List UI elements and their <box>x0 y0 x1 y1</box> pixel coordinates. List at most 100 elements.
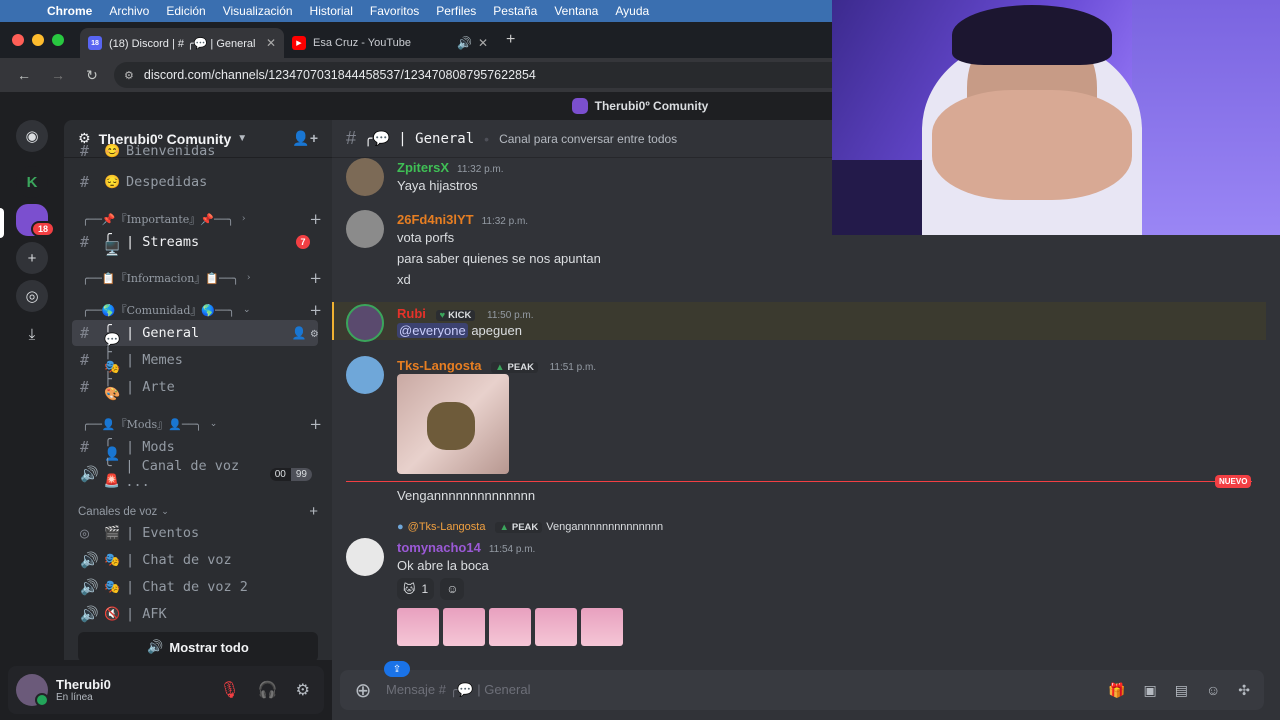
channel-arte[interactable]: # ├🎨 | Arte <box>72 372 318 402</box>
channel-streams[interactable]: # ╭🖥️ | Streams 7 <box>72 227 318 257</box>
menu-ayuda[interactable]: Ayuda <box>615 4 649 18</box>
close-tab-icon[interactable]: ✕ <box>478 36 488 50</box>
channel-emoji: ╭💬 <box>104 318 121 348</box>
gear-icon[interactable]: ⚙ <box>311 326 318 340</box>
close-window-button[interactable] <box>12 34 24 46</box>
message-author[interactable]: Rubi ♥ KICK 11:50 p.m. <box>397 306 534 321</box>
menu-edicion[interactable]: Edición <box>166 4 205 18</box>
message-body: apeguen <box>471 323 522 338</box>
emoji-icon[interactable]: ☺ <box>1206 682 1220 699</box>
create-invite-icon[interactable]: 👤 <box>292 326 307 340</box>
explore-icon[interactable]: ◎ <box>16 280 48 312</box>
image-attachment[interactable] <box>397 374 509 474</box>
avatar[interactable] <box>346 304 384 342</box>
sticker-icon[interactable]: ▤ <box>1175 682 1188 699</box>
user-info[interactable]: Therubi0 En línea <box>56 677 111 703</box>
message-text: xd <box>397 272 411 287</box>
category-voice[interactable]: Canales de voz ⌄ + <box>78 503 318 520</box>
channel-emoji: ├🎨 <box>104 372 121 402</box>
kick-server-icon[interactable]: K <box>16 166 48 198</box>
sticker-emoji[interactable] <box>397 608 439 646</box>
menu-ventana[interactable]: Ventana <box>554 4 598 18</box>
reply-reference[interactable]: ● @Tks-Langosta ▲ PEAK Vengannnnnnnnnnnnn… <box>397 521 663 533</box>
message-author[interactable]: Tks-Langosta ▲ PEAK 11:51 p.m. <box>397 358 596 373</box>
add-server-icon[interactable]: + <box>16 242 48 274</box>
category-comunidad[interactable]: ╭──🌎『Comunidad』🌎──╮ ⌄ + <box>82 301 322 319</box>
add-channel-icon[interactable]: + <box>309 269 322 287</box>
message-text: Yaya hijastros <box>397 178 478 193</box>
voice-channel-chat-de-voz[interactable]: 🔊 🎭 | Chat de voz <box>72 547 318 573</box>
avatar[interactable] <box>346 356 384 394</box>
message-author[interactable]: tomynacho14 11:54 p.m. <box>397 540 535 555</box>
tab-discord[interactable]: 18 (18) Discord | # ╭💬 | General ✕ <box>80 28 284 58</box>
category-mods[interactable]: ╭──👤『Mods』👤──╮ ⌄ + <box>82 415 322 433</box>
tab-youtube[interactable]: ▶ Esa Cruz - YouTube 🔊 ✕ <box>284 28 496 58</box>
menu-favoritos[interactable]: Favoritos <box>370 4 419 18</box>
message-input[interactable]: Mensaje # ╭💬 | General <box>386 682 1108 698</box>
reload-icon[interactable]: ↻ <box>82 67 102 84</box>
menu-visualizacion[interactable]: Visualización <box>223 4 293 18</box>
apps-icon[interactable]: ✣ <box>1238 682 1250 699</box>
channel-general[interactable]: # ╭💬 | General 👤 ⚙ <box>72 318 318 348</box>
headphones-icon[interactable]: 🎧 <box>258 680 278 700</box>
show-all-button[interactable]: 🔊 Mostrar todo <box>78 632 318 660</box>
zoom-window-button[interactable] <box>52 34 64 46</box>
avatar[interactable] <box>346 158 384 196</box>
emoji-sticker-row <box>397 608 623 646</box>
add-channel-icon[interactable]: + <box>309 415 322 433</box>
channel-despedidas[interactable]: # 😔 Despedidas <box>72 169 318 195</box>
cat-emoji-icon: 🐱 <box>403 582 416 596</box>
add-channel-icon[interactable]: + <box>309 210 322 228</box>
channel-label: | Canal de voz ... <box>125 458 240 490</box>
channel-bienvenidas[interactable]: # 😊 Bienvenidas <box>72 144 318 158</box>
gear-icon[interactable]: ⚙ <box>296 680 310 700</box>
channel-mods[interactable]: # ╭👤 | Mods <box>72 432 318 462</box>
sticker-emoji[interactable] <box>489 608 531 646</box>
add-channel-icon[interactable]: + <box>309 503 318 520</box>
message-author[interactable]: ZpitersX 11:32 p.m. <box>397 160 504 175</box>
menu-app-name[interactable]: Chrome <box>47 4 92 18</box>
avatar[interactable] <box>346 210 384 248</box>
forward-icon[interactable]: → <box>48 67 68 83</box>
attach-plus-icon[interactable]: ⊕ <box>340 678 386 703</box>
avatar[interactable] <box>346 538 384 576</box>
reaction-cat[interactable]: 🐱 1 <box>397 578 435 600</box>
close-tab-icon[interactable]: ✕ <box>266 36 276 50</box>
download-icon[interactable]: ⤓ <box>16 318 48 350</box>
sticker-emoji[interactable] <box>581 608 623 646</box>
voice-channel-eventos[interactable]: ◎ 🎬 | Eventos <box>72 520 318 546</box>
mountain-icon: ▲ <box>495 362 505 373</box>
discord-home-icon[interactable]: ◉ <box>16 120 48 152</box>
sticker-emoji[interactable] <box>443 608 485 646</box>
minimize-window-button[interactable] <box>32 34 44 46</box>
back-icon[interactable]: ← <box>14 67 34 83</box>
voice-channel-afk[interactable]: 🔊 🔇 | AFK <box>72 601 318 627</box>
category-informacion[interactable]: ╭──📋『Informacion』📋──╮ › + <box>82 269 322 287</box>
site-settings-icon[interactable]: ⚙ <box>124 69 134 82</box>
reply-text: Vengannnnnnnnnnnnnn <box>546 521 664 533</box>
message-author[interactable]: 26Fd4ni3lYT 11:32 p.m. <box>397 212 528 227</box>
mic-muted-icon[interactable]: 🎙 <box>219 680 239 700</box>
gif-icon[interactable]: ▣ <box>1144 682 1157 699</box>
menu-perfiles[interactable]: Perfiles <box>436 4 476 18</box>
menu-archivo[interactable]: Archivo <box>109 4 149 18</box>
menu-pestana[interactable]: Pestaña <box>493 4 537 18</box>
add-reaction-button[interactable]: ☺ <box>440 578 465 600</box>
new-tab-icon[interactable]: + <box>506 31 515 49</box>
channel-canal-de-voz[interactable]: 🔊 ╰🚨 | Canal de voz ... 00 99 <box>72 458 318 490</box>
everyone-mention[interactable]: @everyone <box>397 323 468 338</box>
floating-extension-icon[interactable]: ⇪ <box>384 661 410 677</box>
speaker-icon[interactable]: 🔊 <box>457 36 472 50</box>
sticker-emoji[interactable] <box>535 608 577 646</box>
voice-channel-chat-de-voz-2[interactable]: 🔊 🎭 | Chat de voz 2 <box>72 574 318 600</box>
add-channel-icon[interactable]: + <box>309 301 322 319</box>
channel-emoji: 🎭 <box>104 552 121 568</box>
channel-label: | Eventos <box>126 525 200 541</box>
avatar[interactable] <box>16 674 49 707</box>
channel-memes[interactable]: # ├🎭 | Memes <box>72 345 318 375</box>
gift-icon[interactable]: 🎁 <box>1108 682 1125 699</box>
menu-historial[interactable]: Historial <box>310 4 353 18</box>
new-messages-divider <box>346 481 1252 482</box>
category-importante[interactable]: ╭──📌『Importante』📌──╮ › + <box>82 210 322 228</box>
text-channel-icon: # <box>80 378 90 396</box>
